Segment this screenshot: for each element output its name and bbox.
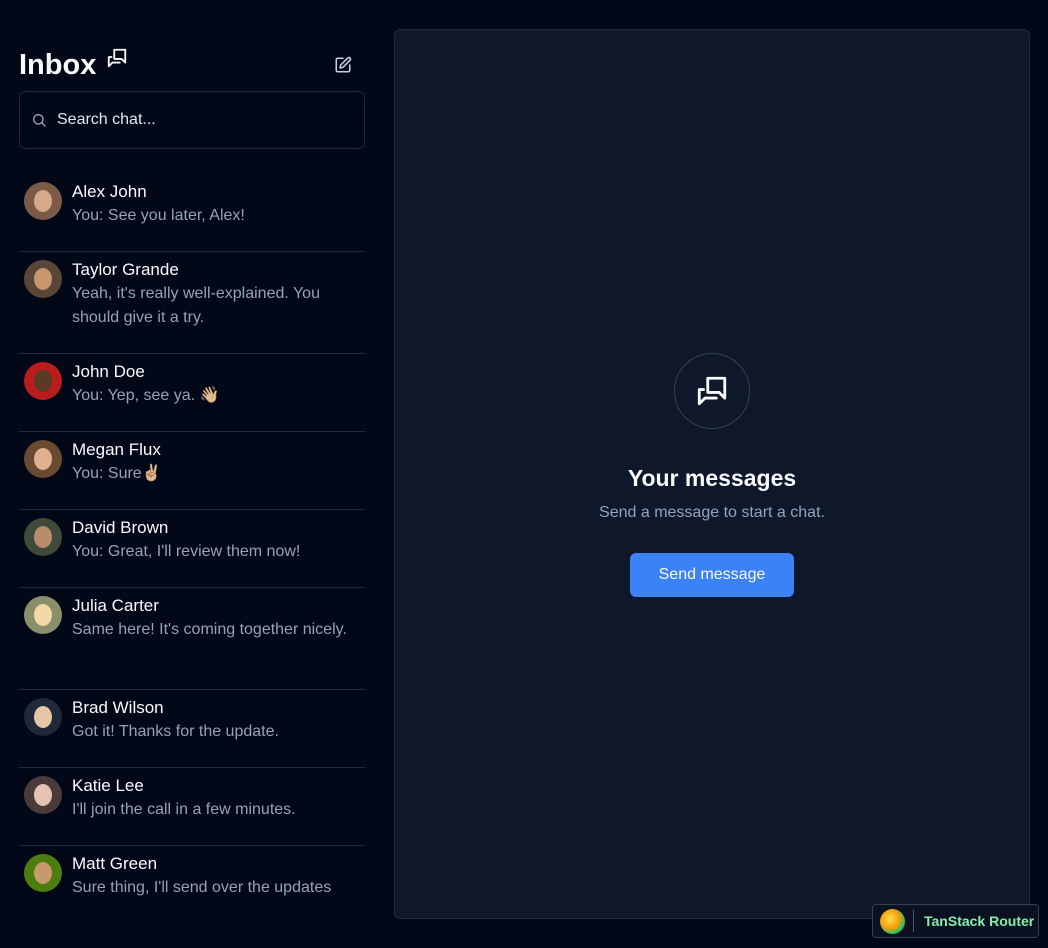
chat-item[interactable]: Matt Green Sure thing, I'll send over th… [19,846,365,924]
chat-last-message: Sure thing, I'll send over the updates [72,879,332,896]
chat-item[interactable]: Taylor Grande Yeah, it's really well-exp… [19,252,365,354]
send-message-button[interactable]: Send message [630,553,794,597]
badge-divider [913,910,914,932]
chat-text: Megan Flux You: Sure✌🏼 [72,436,352,486]
chat-name: Matt Green [72,854,158,873]
chat-last-message: Yeah, it's really well-explained. You sh… [72,285,320,326]
chat-name: John Doe [72,362,145,381]
avatar [24,440,62,478]
messages-icon [674,353,750,429]
avatar [24,182,62,220]
chat-item[interactable]: Alex John You: See you later, Alex! [19,174,365,252]
search-box [19,91,365,149]
compose-button[interactable] [331,53,355,77]
tanstack-logo-icon [880,908,905,934]
empty-state-title: Your messages [627,465,797,491]
chat-last-message: You: Great, I'll review them now! [72,543,301,560]
chat-last-message: Got it! Thanks for the update. [72,723,279,740]
empty-state-subtitle: Send a message to start a chat. [599,504,825,521]
chat-name: David Brown [72,518,169,537]
chat-text: David Brown You: Great, I'll review them… [72,514,352,564]
chat-text: Matt Green Sure thing, I'll send over th… [72,850,352,900]
chat-last-message: You: See you later, Alex! [72,207,245,224]
chat-name: Julia Carter [72,596,159,615]
page-title: Inbox [19,49,97,81]
chat-text: John Doe You: Yep, see ya. 👋🏼 [72,358,352,408]
chat-name: Katie Lee [72,776,144,795]
badge-label: TanStack Router [924,913,1035,929]
search-input[interactable] [57,111,347,129]
chat-text: Katie Lee I'll join the call in a few mi… [72,772,352,822]
chat-item[interactable]: David Brown You: Great, I'll review them… [19,510,365,588]
chat-item[interactable]: Julia Carter Same here! It's coming toge… [19,588,365,690]
main-panel: Your messages Send a message to start a … [394,29,1030,919]
empty-state: Your messages Send a message to start a … [395,353,1029,597]
chat-text: Brad Wilson Got it! Thanks for the updat… [72,694,352,744]
chat-item[interactable]: Katie Lee I'll join the call in a few mi… [19,768,365,846]
avatar [24,698,62,736]
search-icon [31,112,47,128]
chat-last-message: Same here! It's coming together nicely. [72,621,347,638]
chat-last-message: You: Yep, see ya. 👋🏼 [72,387,220,404]
app: Inbox Search chat... Alex John You: See … [0,0,1048,948]
avatar [24,776,62,814]
chat-name: Taylor Grande [72,260,179,279]
sidebar-header: Inbox [19,28,365,90]
avatar [24,362,62,400]
avatar [24,518,62,556]
avatar [24,596,62,634]
chat-list: Alex John You: See you later, Alex! Tayl… [19,174,365,924]
edit-icon [335,56,352,73]
chat-item[interactable]: John Doe You: Yep, see ya. 👋🏼 [19,354,365,432]
chat-item[interactable]: Megan Flux You: Sure✌🏼 [19,432,365,510]
title-wrap: Inbox [19,45,128,85]
avatar [24,260,62,298]
chat-item[interactable]: Brad Wilson Got it! Thanks for the updat… [19,690,365,768]
messages-icon [106,47,128,69]
chat-name: Alex John [72,182,147,201]
chat-last-message: I'll join the call in a few minutes. [72,801,296,818]
devtools-badge[interactable]: TanStack Router [872,904,1039,938]
chat-text: Taylor Grande Yeah, it's really well-exp… [72,256,352,330]
sidebar: Inbox Search chat... Alex John You: See … [19,28,365,924]
chat-name: Megan Flux [72,440,161,459]
avatar [24,854,62,892]
chat-text: Julia Carter Same here! It's coming toge… [72,592,352,642]
chat-text: Alex John You: See you later, Alex! [72,178,352,228]
chat-name: Brad Wilson [72,698,164,717]
chat-last-message: You: Sure✌🏼 [72,465,162,482]
